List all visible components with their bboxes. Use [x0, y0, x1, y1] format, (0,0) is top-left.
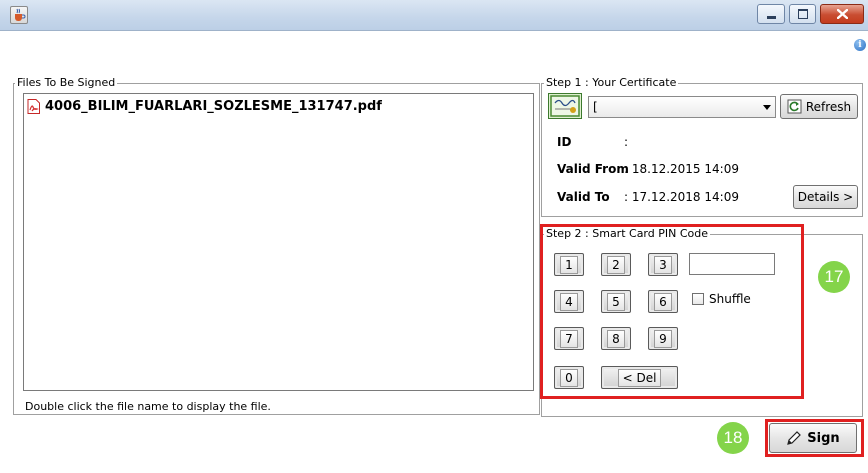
minimize-icon	[766, 15, 776, 19]
file-name: 4006_BILIM_FUARLARI_SOZLESME_131747.pdf	[45, 99, 382, 114]
pen-icon	[787, 431, 802, 445]
id-value: :	[624, 135, 629, 149]
minimize-button[interactable]	[757, 4, 785, 24]
maximize-icon	[797, 9, 808, 19]
valid-from-label: Valid From	[557, 162, 629, 176]
title-bar	[0, 0, 868, 31]
step-badge-17: 17	[818, 261, 850, 293]
certificate-select[interactable]: [	[588, 96, 776, 118]
file-list[interactable]: 4006_BILIM_FUARLARI_SOZLESME_131747.pdf	[23, 93, 534, 391]
refresh-label: Refresh	[805, 99, 852, 114]
valid-to-label: Valid To	[557, 190, 610, 204]
close-button[interactable]	[820, 4, 864, 24]
certificate-select-value: [	[593, 100, 598, 114]
pin-highlight-box	[540, 224, 804, 399]
step-badge-18: 18	[717, 422, 749, 454]
refresh-icon	[787, 99, 802, 114]
sign-button[interactable]: Sign	[769, 423, 857, 453]
pdf-icon	[27, 99, 40, 114]
files-group-legend: Files To Be Signed	[15, 76, 118, 90]
file-list-hint: Double click the file name to display th…	[25, 400, 271, 413]
sign-label: Sign	[807, 430, 840, 446]
maximize-button[interactable]	[789, 4, 816, 24]
details-button[interactable]: Details >	[793, 185, 858, 209]
certificate-icon	[548, 93, 582, 119]
java-cup-icon[interactable]	[10, 6, 28, 24]
valid-to-value: : 17.12.2018 14:09	[624, 190, 739, 204]
info-icon[interactable]: i	[854, 39, 866, 51]
refresh-button[interactable]: Refresh	[780, 94, 858, 119]
valid-from-value: : 18.12.2015 14:09	[624, 162, 739, 176]
list-item[interactable]: 4006_BILIM_FUARLARI_SOZLESME_131747.pdf	[27, 99, 382, 114]
close-icon	[836, 9, 848, 19]
chevron-down-icon	[763, 105, 771, 110]
certificate-group-legend: Step 1 : Your Certificate	[544, 76, 679, 90]
id-label: ID	[557, 135, 572, 149]
